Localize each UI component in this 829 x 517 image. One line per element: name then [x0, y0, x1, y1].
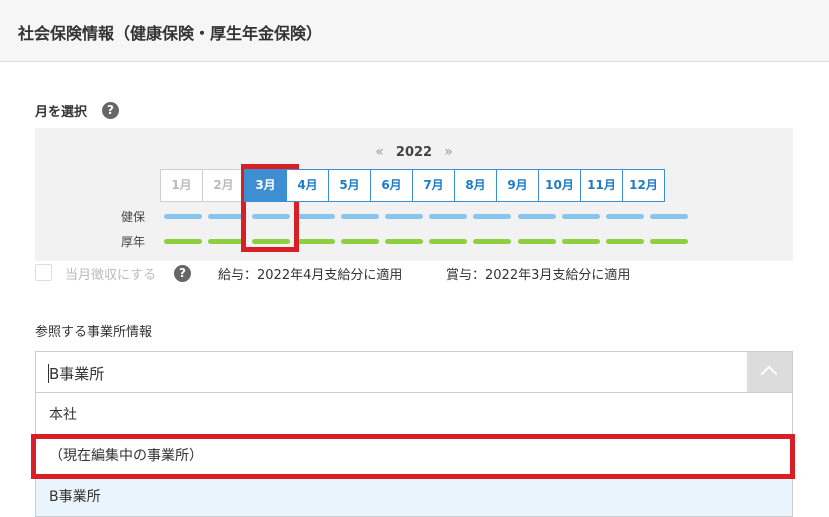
kenpo-bar-6 — [385, 214, 423, 219]
kosei-bar-10 — [561, 239, 600, 244]
kenpo-bar-1 — [164, 214, 202, 219]
kosei-bar-7 — [429, 239, 468, 244]
bonus-apply-note: 賞与：2022年3月支給分に適用 — [446, 268, 631, 283]
section-title: 社会保険情報（健康保険・厚生年金保険） — [18, 24, 323, 43]
dropdown-toggle-button[interactable] — [747, 352, 792, 392]
office-option[interactable]: 本社 — [36, 393, 792, 434]
kosei-bar-3 — [252, 239, 291, 244]
chevron-up-icon — [760, 365, 778, 383]
month-tab-8[interactable]: 8月 — [454, 169, 497, 202]
kenpo-bar-11 — [606, 214, 644, 219]
office-option[interactable]: B事業所 — [36, 475, 792, 516]
kenpo-bar-5 — [340, 214, 379, 219]
month-tab-2[interactable]: 2月 — [202, 169, 245, 202]
year-nav: « 2022 » — [35, 144, 793, 160]
current-month-collection-checkbox[interactable] — [35, 264, 52, 281]
year-label: 2022 — [395, 145, 433, 160]
month-tab-9[interactable]: 9月 — [496, 169, 539, 202]
kosei-row-label: 厚年 — [121, 235, 146, 249]
kosei-bar-6 — [385, 239, 423, 244]
kosei-bar-12 — [650, 239, 689, 244]
month-tab-11[interactable]: 11月 — [580, 169, 623, 202]
prev-year-button[interactable]: « — [375, 144, 384, 160]
kenpo-bar-2 — [208, 214, 247, 219]
office-select-input[interactable]: B事業所 — [49, 363, 104, 384]
month-tab-4[interactable]: 4月 — [286, 169, 329, 202]
kenpo-row-label: 健保 — [121, 210, 146, 224]
office-select[interactable]: B事業所 — [35, 351, 793, 393]
month-select-label: 月を選択 — [35, 105, 88, 120]
kenpo-bar-12 — [650, 214, 689, 219]
office-option[interactable]: （現在編集中の事業所） — [36, 434, 792, 475]
next-year-button[interactable]: » — [444, 144, 453, 160]
kosei-bar-8 — [473, 239, 512, 244]
kenpo-bar-3 — [252, 214, 291, 219]
kenpo-bar-4 — [296, 214, 335, 219]
month-tabs: 1月 2月 3月 4月 5月 6月 7月 8月 9月 10月 11月 12月 — [160, 169, 665, 202]
kosei-bar-4 — [296, 239, 335, 244]
office-ref-label: 参照する事業所情報 — [35, 325, 153, 340]
month-tab-6[interactable]: 6月 — [370, 169, 413, 202]
kosei-bar-2 — [208, 239, 247, 244]
kenpo-bar-10 — [561, 214, 600, 219]
kosei-bar-9 — [517, 239, 556, 244]
month-tab-12[interactable]: 12月 — [622, 169, 665, 202]
kenpo-bar-9 — [517, 214, 556, 219]
month-panel: « 2022 » 1月 2月 3月 4月 5月 6月 7月 8月 9月 10月 … — [35, 128, 793, 261]
section-header: 社会保険情報（健康保険・厚生年金保険） — [0, 0, 829, 62]
question-circle-icon[interactable]: ? — [174, 265, 191, 282]
month-tab-3[interactable]: 3月 — [244, 169, 287, 202]
salary-apply-note: 給与：2022年4月支給分に適用 — [218, 268, 403, 283]
current-month-collection-label: 当月徴収にする — [65, 268, 157, 283]
month-tab-5[interactable]: 5月 — [328, 169, 371, 202]
kosei-bar-5 — [340, 239, 379, 244]
kosei-bar-11 — [606, 239, 644, 244]
question-circle-icon[interactable]: ? — [102, 102, 119, 119]
kenpo-bar-7 — [429, 214, 468, 219]
office-options-list: 本社 （現在編集中の事業所） B事業所 — [35, 393, 793, 517]
month-tab-7[interactable]: 7月 — [412, 169, 455, 202]
kenpo-bar-8 — [473, 214, 512, 219]
month-tab-1[interactable]: 1月 — [160, 169, 203, 202]
kosei-bar-1 — [164, 239, 202, 244]
month-tab-10[interactable]: 10月 — [538, 169, 581, 202]
